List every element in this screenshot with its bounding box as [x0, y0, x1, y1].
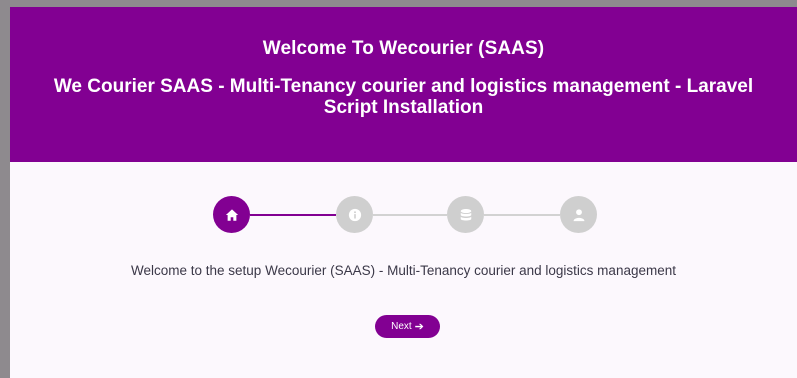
page-title: Welcome To Wecourier (SAAS)	[262, 38, 545, 59]
stepper-line-3	[484, 214, 560, 216]
step-requirements[interactable]	[336, 196, 373, 233]
install-stepper	[213, 196, 597, 234]
installer-window: Welcome To Wecourier (SAAS) We Courier S…	[10, 7, 797, 378]
welcome-message: Welcome to the setup Wecourier (SAAS) - …	[131, 263, 676, 278]
step-database[interactable]	[447, 196, 484, 233]
page-subtitle: We Courier SAAS - Multi-Tenancy courier …	[53, 76, 754, 118]
header-banner: Welcome To Wecourier (SAAS) We Courier S…	[10, 7, 797, 162]
stepper-line-2	[373, 214, 447, 216]
next-button-label: Next	[391, 321, 412, 332]
stepper-line-1	[250, 214, 336, 216]
info-icon	[348, 208, 361, 221]
next-button[interactable]: Next ➔	[375, 315, 440, 338]
home-icon	[225, 208, 238, 221]
database-icon	[460, 208, 471, 220]
user-icon	[573, 208, 584, 221]
step-welcome[interactable]	[213, 196, 250, 233]
step-admin[interactable]	[560, 196, 597, 233]
arrow-right-icon: ➔	[414, 321, 424, 333]
